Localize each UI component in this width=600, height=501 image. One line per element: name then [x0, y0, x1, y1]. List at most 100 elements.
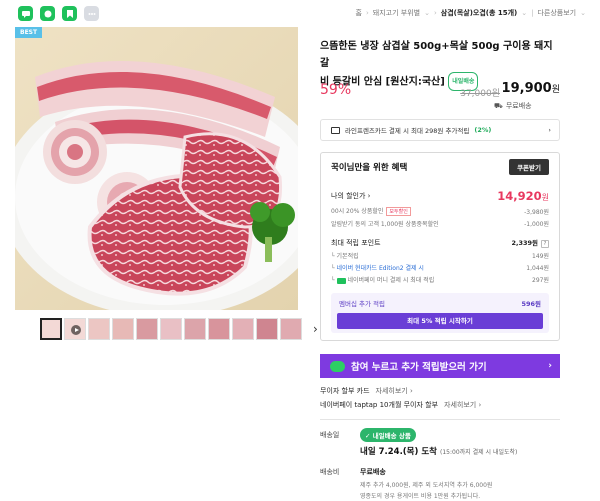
my-price-row: 나의 할인가 › 14,920원 — [331, 189, 549, 203]
reward-banner-text: 참여 누르고 추가 적립받으러 가기 — [351, 362, 487, 373]
money-points-label: └ 네이버페이 머니 결제 시 최대 적립 — [331, 277, 435, 284]
final-price-value: 19,900 — [501, 81, 552, 96]
npay-installment-label: 네이버페이 taptap 10개월 무이자 할부 — [320, 401, 439, 409]
thumbnail-strip: › — [40, 318, 318, 340]
thumbnail-next-button[interactable]: › — [313, 322, 318, 336]
npay-installment-more[interactable]: 자세히보기 › — [444, 400, 481, 410]
my-price-unit: 원 — [541, 193, 549, 202]
breadcrumb-home[interactable]: 홈 — [355, 8, 361, 18]
membership-label: 멤버십 추가 적립 — [339, 300, 385, 308]
more-icon[interactable] — [84, 6, 99, 21]
card-points-row: └ 네이버 현대카드 Edition2 결제 시 1,044원 — [331, 263, 549, 272]
chevron-right-icon: › — [548, 126, 551, 134]
my-price-value: 14,920 — [497, 189, 542, 203]
installment-row-1: 무이자 할부 카드 자세히보기 › — [320, 386, 413, 396]
top-bar: 홈 › 돼지고기 부위별 ⌄ › 삼겹(목살)오겹(총 15개) ⌄ | 다른상… — [0, 0, 600, 26]
thumbnail[interactable] — [112, 318, 134, 340]
max-points-row: 최대 적립 포인트 2,339원? — [331, 237, 549, 248]
membership-start-button[interactable]: 최대 5% 적립 시작하기 — [337, 313, 543, 329]
breadcrumb-category[interactable]: 돼지고기 부위별 — [373, 8, 420, 18]
thumbnail[interactable] — [280, 318, 302, 340]
divider — [320, 419, 560, 420]
installment-card-more-text: 자세히보기 — [375, 387, 408, 395]
discount-line: 00시 20% 상품할인 모두할인 -3,980원 — [331, 206, 549, 216]
thumbnail[interactable] — [136, 318, 158, 340]
money-points-row: └ 네이버페이 머니 결제 시 최대 적립 297원 — [331, 275, 549, 284]
share-icons — [18, 6, 99, 21]
discount-line-text: 00시 20% 상품할인 — [331, 208, 384, 215]
delivery-label: 배송일 — [320, 431, 340, 439]
duplicate-discount-label: 알림받기 동의 고객 1,000원 상품중복할인 — [331, 221, 439, 228]
card-promotion[interactable]: 라인프렌즈카드 결제 시 최대 298원 추가적립 (2%) › — [320, 119, 560, 141]
chevron-down-icon: ⌄ — [521, 9, 528, 17]
thumbnail[interactable] — [184, 318, 206, 340]
final-price: 19,900원 — [502, 81, 560, 96]
best-badge: BEST — [15, 27, 43, 38]
membership-box: 멤버십 추가 적립 596원 최대 5% 적립 시작하기 — [331, 293, 549, 333]
truck-icon: ⛟ — [494, 101, 503, 110]
card-points-label: └ 네이버 현대카드 Edition2 결제 시 — [331, 265, 424, 272]
talk-icon[interactable] — [18, 6, 33, 21]
breadcrumb-current[interactable]: 삼겹(목살)오겹(총 15개) — [441, 8, 518, 18]
discount-line-value: -3,980원 — [524, 208, 549, 216]
installment-row-2: 네이버페이 taptap 10개월 무이자 할부 자세히보기 › — [320, 400, 481, 410]
thumbnail[interactable] — [40, 318, 62, 340]
help-icon[interactable]: ? — [541, 240, 549, 248]
free-shipping: ⛟ 무료배송 — [494, 101, 532, 111]
delivery-date: 내일 7.24.(목) 도착 (15:00까지 결제 시 내일도착) — [360, 445, 517, 457]
thumbnail-video[interactable] — [64, 318, 86, 340]
my-price-label-text: 나의 할인가 — [331, 192, 366, 200]
delivery-tag: ✓ 내일배송 상품 — [360, 428, 416, 442]
base-points-row: └ 기본적립 149원 — [331, 251, 549, 260]
discount-line-label: 00시 20% 상품할인 모두할인 — [331, 206, 411, 216]
delivery-tag-text: 내일배송 상품 — [372, 432, 411, 440]
duplicate-discount-value: -1,000원 — [524, 221, 549, 228]
discount-rate: 59% — [320, 82, 352, 98]
message-icon[interactable] — [40, 6, 55, 21]
coupon-button[interactable]: 쿠폰받기 — [509, 159, 549, 175]
card-promotion-text: 라인프렌즈카드 결제 시 최대 298원 추가적립 — [345, 127, 470, 135]
thumbnail[interactable] — [160, 318, 182, 340]
card-points-value: 1,044원 — [526, 265, 549, 272]
membership-row: 멤버십 추가 적립 596원 — [339, 298, 541, 308]
max-points: 2,339원? — [511, 237, 549, 248]
all-discount-tag: 모두할인 — [386, 207, 411, 216]
play-icon — [71, 325, 81, 335]
other-products-link[interactable]: 다른상품보기 — [537, 8, 576, 18]
max-points-value: 2,339원 — [511, 239, 538, 247]
breadcrumb: 홈 › 돼지고기 부위별 ⌄ › 삼겹(목살)오겹(총 15개) ⌄ | 다른상… — [355, 8, 586, 18]
breadcrumb-separator: › — [433, 9, 437, 17]
benefit-panel: 꾹이님만을 위한 혜택 쿠폰받기 나의 할인가 › 14,920원 00시 20… — [320, 152, 560, 341]
shipping-fee-sub1: 제주 추가 4,000원, 제주 외 도서지역 추가 6,000원 — [360, 482, 493, 489]
duplicate-discount-line: 알림받기 동의 고객 1,000원 상품중복할인 -1,000원 — [331, 219, 549, 228]
money-points-value: 297원 — [532, 277, 549, 284]
base-points-value: 149원 — [532, 253, 549, 260]
chevron-down-icon: ⌄ — [580, 9, 586, 17]
original-price: 37,000원 — [460, 89, 500, 99]
base-points-text: 기본적립 — [336, 253, 359, 260]
base-points-label: └ 기본적립 — [331, 253, 359, 260]
chevron-right-icon: › — [548, 361, 552, 371]
thumbnail[interactable] — [232, 318, 254, 340]
delivery-date-note: (15:00까지 결제 시 내일도착) — [440, 449, 518, 456]
npay-installment-more-text: 자세히보기 — [444, 401, 477, 409]
money-points-text: 네이버페이 머니 결제 시 최대 적립 — [347, 277, 435, 284]
chat-bubble-icon — [330, 360, 345, 372]
reward-banner[interactable]: 참여 누르고 추가 적립받으러 가기 › — [320, 354, 560, 378]
chevron-right-icon[interactable]: › — [368, 192, 371, 200]
breadcrumb-divider: | — [531, 9, 534, 17]
product-main-image[interactable]: BEST — [15, 27, 298, 310]
installment-card-more[interactable]: 자세히보기 › — [376, 386, 413, 396]
thumbnail[interactable] — [88, 318, 110, 340]
my-price-label: 나의 할인가 › — [331, 191, 370, 201]
card-points-link[interactable]: 네이버 현대카드 Edition2 결제 시 — [337, 265, 424, 272]
credit-card-icon — [331, 126, 340, 134]
installment-card-label: 무이자 할부 카드 — [320, 387, 370, 395]
product-title-line1: 으뜸한돈 냉장 삼겹살 500g+목살 500g 구이용 돼지갈 — [320, 41, 553, 69]
free-shipping-label: 무료배송 — [505, 102, 532, 110]
bookmark-icon[interactable] — [62, 6, 77, 21]
thumbnail[interactable] — [208, 318, 230, 340]
npay-icon — [336, 277, 346, 284]
thumbnail[interactable] — [256, 318, 278, 340]
chevron-down-icon: ⌄ — [424, 9, 430, 17]
